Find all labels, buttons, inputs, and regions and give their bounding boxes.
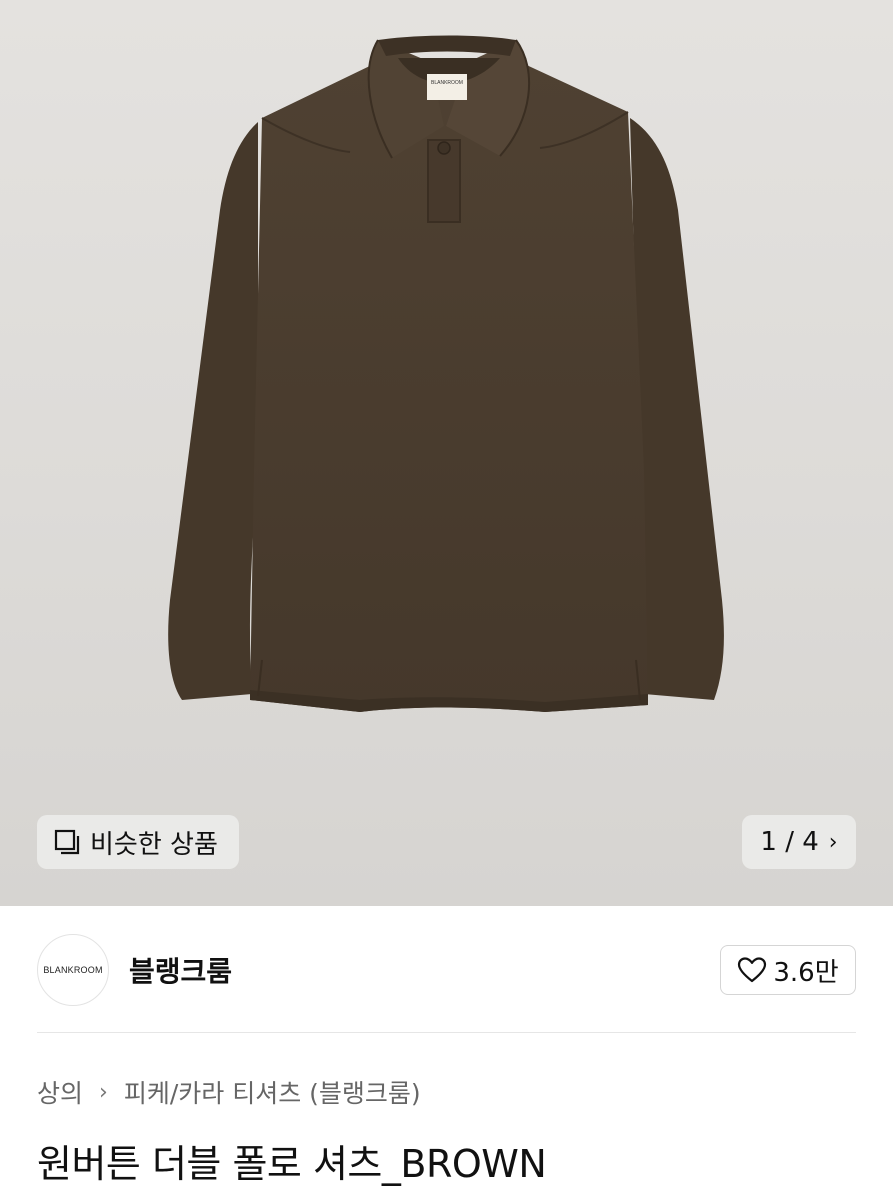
breadcrumb: 상의 › 피케/카라 티셔츠 (블랭크룸) (37, 1074, 421, 1110)
image-counter-text: 1 / 4 (760, 827, 819, 857)
breadcrumb-category[interactable]: 상의 (37, 1074, 83, 1110)
like-button[interactable]: 3.6만 (720, 945, 856, 995)
chevron-right-icon: › (99, 1079, 108, 1105)
similar-products-label: 비슷한 상품 (90, 829, 218, 860)
brand-logo[interactable]: BLANKROOM (37, 934, 109, 1006)
image-counter-button[interactable]: 1 / 4 › (742, 815, 856, 869)
product-photo: BLANKROOM (168, 35, 724, 712)
stacked-squares-icon (54, 829, 80, 855)
seller-row: BLANKROOM 블랭크룸 3.6만 (37, 934, 856, 1006)
similar-products-button[interactable]: 비슷한 상품 (37, 815, 239, 869)
divider (37, 1032, 856, 1033)
collar-tag-text: BLANKROOM (431, 80, 463, 86)
like-count: 3.6만 (773, 957, 839, 988)
breadcrumb-subcategory[interactable]: 피케/카라 티셔츠 (블랭크룸) (124, 1074, 421, 1110)
brand-logo-text: BLANKROOM (43, 965, 103, 975)
product-image-gallery[interactable]: BLANKROOM 비슷한 상품 1 / 4 › (0, 0, 893, 906)
chevron-right-icon: › (828, 829, 838, 855)
brand-name-link[interactable]: 블랭크룸 (129, 950, 232, 990)
heart-outline-icon (738, 957, 767, 983)
product-title: 원버튼 더블 폴로 셔츠_BROWN (37, 1142, 547, 1186)
